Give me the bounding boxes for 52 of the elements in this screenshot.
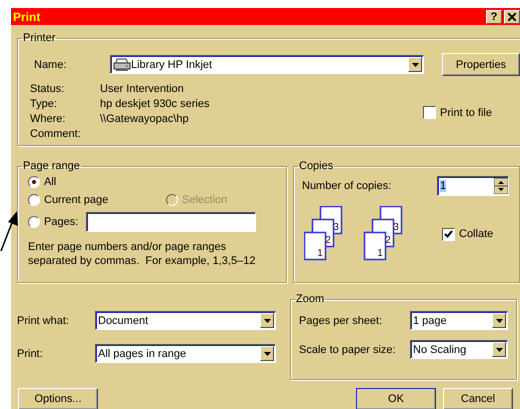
help-button[interactable]: ? <box>486 10 502 24</box>
field-value: User Intervention <box>100 83 185 95</box>
pages-per-sheet-dropdown[interactable]: 1 page <box>410 311 508 330</box>
dialog-button[interactable]: Options... <box>18 388 98 409</box>
printer-icon <box>113 58 131 72</box>
group-title: Zoom <box>295 293 326 305</box>
field-label: Comment: <box>30 128 82 140</box>
group-title: Printer <box>22 32 56 44</box>
properties-button[interactable]: Properties <box>442 53 520 76</box>
radio-icon[interactable] <box>28 216 40 228</box>
caret-icon[interactable] <box>492 342 506 357</box>
field-label: Where: <box>30 113 66 125</box>
collate-pages-drawing: 3 2 1 3 2 1 <box>304 206 414 262</box>
print-to-file-checkbox[interactable]: Print to file <box>423 106 492 119</box>
spin-arrows-icon[interactable] <box>494 178 508 194</box>
checkbox-icon[interactable] <box>423 106 436 119</box>
annotation-arrow <box>0 210 20 252</box>
caret-icon[interactable] <box>492 313 506 328</box>
checkbox-icon[interactable] <box>442 228 455 240</box>
group-title: Copies <box>298 160 334 172</box>
field-value: \\Gatewayopac\hp <box>100 113 190 125</box>
field-value: hp deskjet 930c series <box>100 98 210 110</box>
caret-icon[interactable] <box>260 346 274 361</box>
caret-icon[interactable] <box>260 313 274 328</box>
radio-icon[interactable] <box>28 176 40 188</box>
radio-option[interactable]: All <box>28 176 166 188</box>
pages-input-field[interactable] <box>86 212 256 232</box>
close-button[interactable] <box>504 10 520 24</box>
scale-dropdown[interactable]: No Scaling <box>410 340 508 359</box>
dialog-button[interactable]: OK <box>356 388 436 409</box>
close-icon[interactable] <box>508 12 516 20</box>
field-label: Name: <box>34 58 68 70</box>
copies-spin-field[interactable]: 1 <box>437 176 509 196</box>
field-label: Print what: <box>17 314 70 326</box>
field-label: Pages per sheet: <box>299 314 382 326</box>
radio-option[interactable]: Pages: <box>28 216 78 228</box>
printer-dropdown[interactable]: Library HP Inkjet <box>110 55 424 74</box>
print-what-dropdown[interactable]: Document <box>95 311 276 330</box>
window-title: Print <box>13 10 40 24</box>
field-label: Scale to paper size: <box>299 344 396 356</box>
field-label: Type: <box>30 98 58 110</box>
print-dropdown[interactable]: All pages in range <box>95 344 276 363</box>
group-title: Page range <box>22 160 81 172</box>
caret-icon[interactable] <box>408 57 422 72</box>
dialog-button[interactable]: Cancel <box>443 388 513 409</box>
field-label: Number of copies: <box>302 180 392 192</box>
radio-option[interactable]: Current page <box>28 194 166 206</box>
collate-checkbox[interactable]: Collate <box>442 228 494 240</box>
field-label: Status: <box>30 83 66 95</box>
hint-text: Enter page numbers and/or page ranges separated by commas. For example, 1,3,5–12 <box>27 240 256 268</box>
field-label: Print: <box>17 348 44 360</box>
radio-icon[interactable] <box>28 194 40 206</box>
